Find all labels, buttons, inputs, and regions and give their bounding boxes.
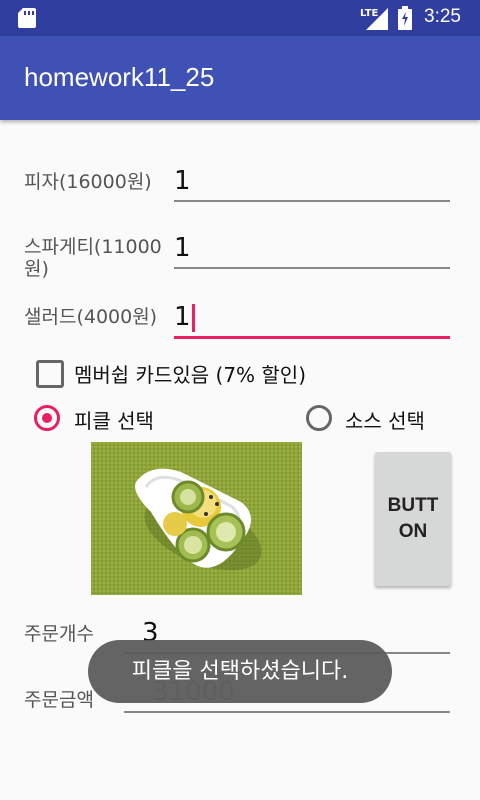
salad-quantity-field[interactable]: 1 bbox=[174, 296, 450, 339]
sauce-radio[interactable] bbox=[306, 405, 332, 431]
toast-message: 피클을 선택하셨습니다. bbox=[88, 640, 392, 703]
pizza-quantity-field[interactable]: 1 bbox=[174, 160, 450, 202]
status-bar: LTE 3:25 bbox=[0, 0, 480, 36]
action-button[interactable]: BUTTON bbox=[375, 452, 451, 586]
salad-quantity-value: 1 bbox=[174, 302, 195, 332]
spaghetti-quantity-value: 1 bbox=[174, 233, 191, 263]
spaghetti-quantity-field[interactable]: 1 bbox=[174, 227, 450, 269]
salad-label: 샐러드(4000원) bbox=[24, 306, 158, 328]
app-title: homework11_25 bbox=[24, 62, 215, 92]
signal-icon bbox=[366, 8, 388, 30]
status-time: 3:25 bbox=[424, 6, 461, 27]
battery-icon bbox=[398, 6, 412, 30]
order-count-label: 주문개수 bbox=[24, 623, 94, 645]
text-cursor bbox=[191, 303, 195, 332]
pickle-radio-label[interactable]: 피클 선택 bbox=[74, 405, 154, 434]
app-bar: homework11_25 bbox=[0, 36, 480, 120]
sauce-radio-label[interactable]: 소스 선택 bbox=[345, 405, 425, 434]
pizza-label: 피자(16000원) bbox=[24, 171, 152, 193]
sd-card-icon bbox=[18, 8, 36, 28]
membership-checkbox[interactable] bbox=[36, 360, 64, 388]
membership-label[interactable]: 멤버쉽 카드있음 (7% 할인) bbox=[74, 359, 306, 388]
pizza-quantity-value: 1 bbox=[174, 166, 191, 196]
order-total-label: 주문금액 bbox=[24, 689, 94, 711]
spaghetti-label: 스파게티(11000원) bbox=[24, 236, 162, 280]
pickle-photo bbox=[91, 442, 302, 595]
pickle-radio[interactable] bbox=[34, 405, 60, 431]
